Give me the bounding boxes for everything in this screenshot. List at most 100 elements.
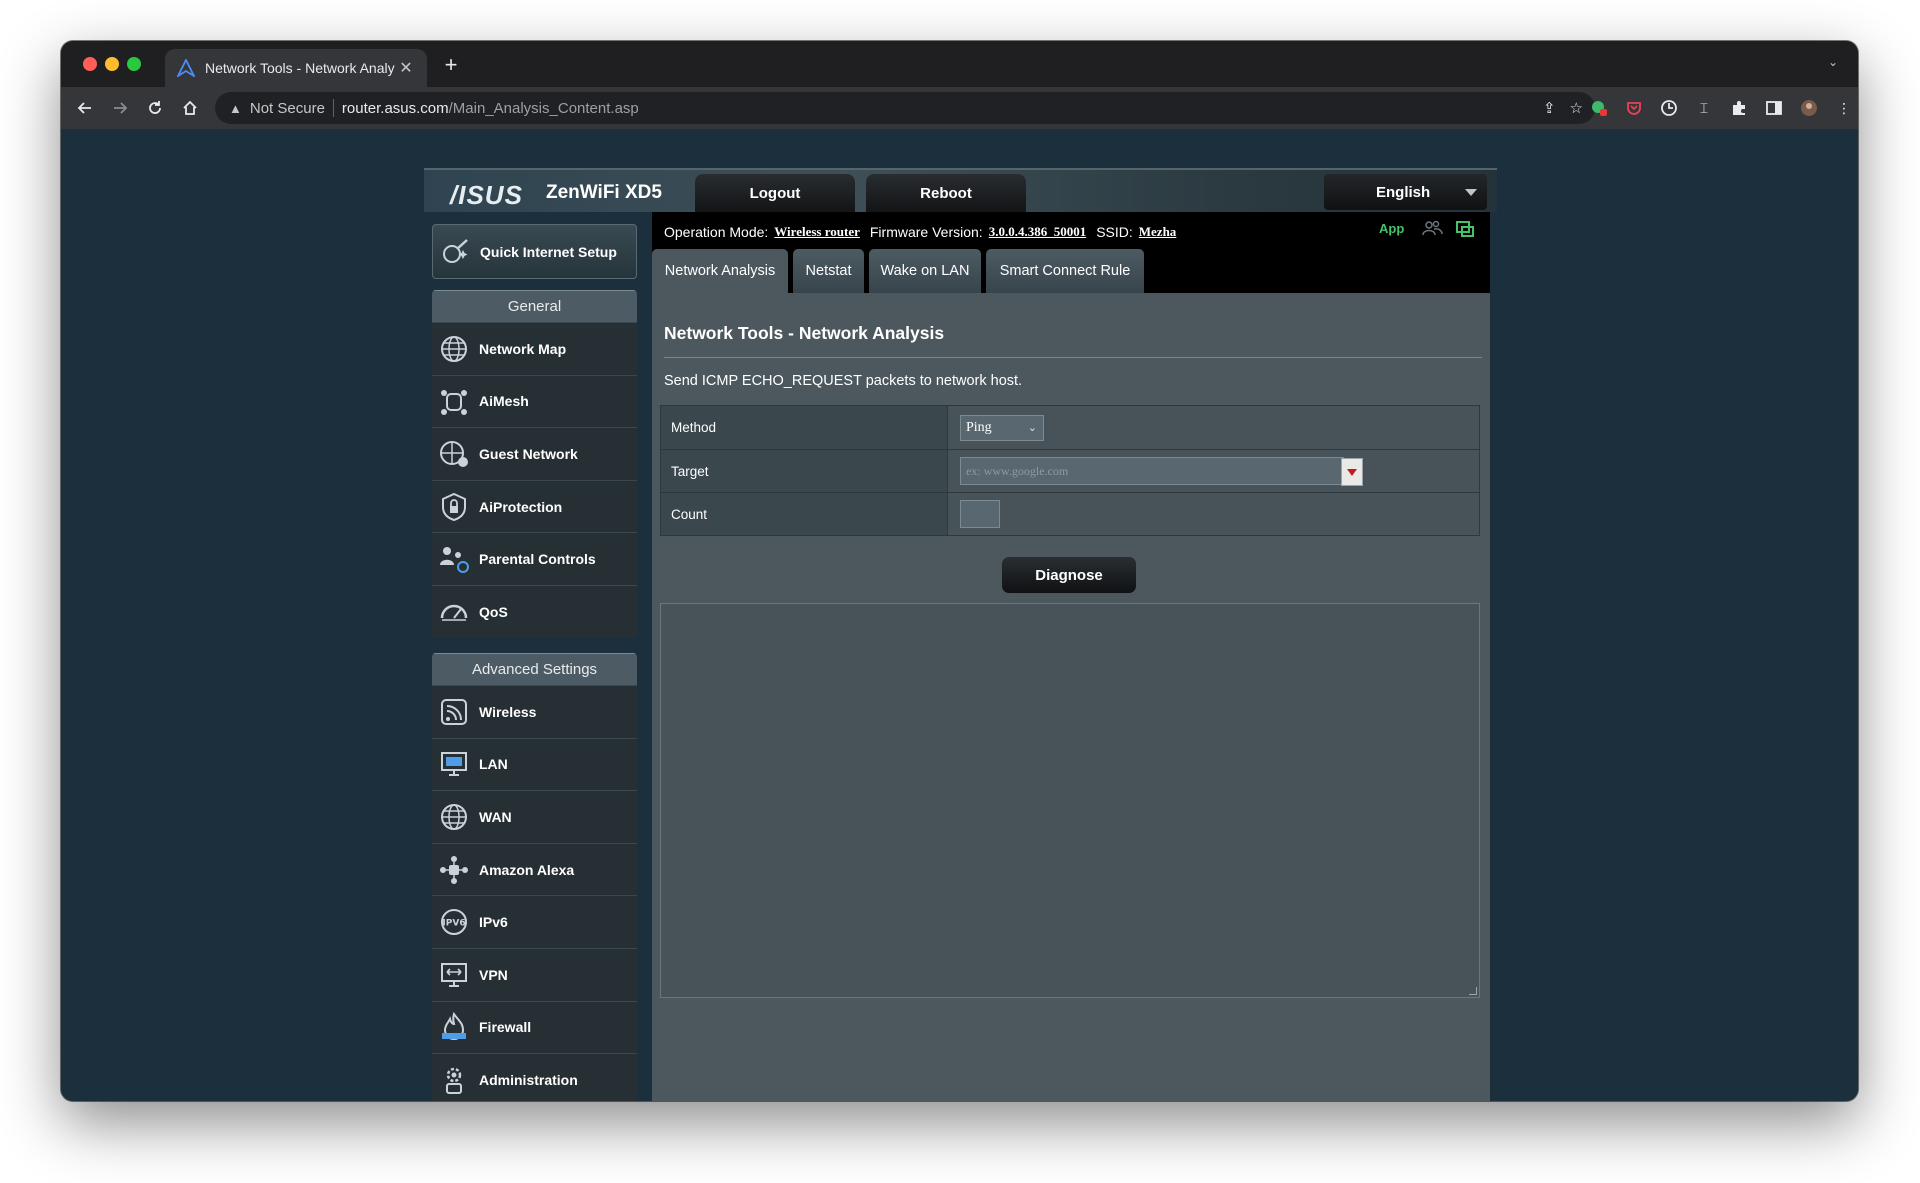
sidebar-item-label: Administration [479,1071,578,1088]
language-value: English [1376,183,1431,201]
sidebar-item-label: Firewall [479,1019,532,1036]
tab-netstat[interactable]: Netstat [793,249,864,293]
close-window-button[interactable] [83,57,97,71]
sidebar-item-amazon-alexa[interactable]: Amazon Alexa [432,842,637,896]
language-select[interactable]: English [1324,174,1487,210]
sidebar-item-label: QoS [479,603,508,620]
puzzle-extensions-icon[interactable] [1728,97,1750,119]
chevron-down-icon [1465,189,1477,196]
chevron-down-icon: ⌄ [1027,420,1037,434]
sidebar-item-label: WAN [479,808,512,825]
sidebar-item-guest-network[interactable]: Guest Network [432,427,637,480]
tab-network-analysis[interactable]: Network Analysis [652,249,788,293]
bookmark-star-icon[interactable]: ☆ [1570,99,1583,117]
form-row-method: Method Ping ⌄ [661,406,1479,449]
address-bar[interactable]: ▲ Not Secure router.asus.com /Main_Analy… [215,92,1595,124]
globe-network-icon [441,335,467,362]
sidebar-item-wan[interactable]: WAN [432,790,637,843]
mesh-router-icon [441,390,467,416]
new-tab-button[interactable]: + [439,53,463,77]
count-label: Count [661,493,948,535]
guest-globe-icon [440,440,468,467]
sidebar-item-aimesh[interactable]: AiMesh [432,374,637,428]
sidebar-item-label: LAN [479,756,508,773]
form-row-target: Target ex: www.google.com [661,449,1479,492]
reload-icon [149,101,161,114]
browser-window: Network Tools - Network Analy ✕ + ⌄ ▲ No… [61,41,1858,1101]
home-button[interactable] [178,96,202,120]
sidebar-item-administration[interactable]: Administration [432,1053,637,1101]
arrow-left-icon [77,102,91,114]
address-divider [332,99,334,117]
tab-close-icon[interactable]: ✕ [397,58,415,78]
logout-button[interactable]: Logout [695,174,855,212]
tab-smart-connect-rule[interactable]: Smart Connect Rule [986,249,1144,293]
sidebar-item-wireless[interactable]: Wireless [432,685,637,738]
target-dropdown-button[interactable] [1341,458,1363,486]
tab-search-icon[interactable]: ⌄ [1824,55,1842,73]
diagnostic-output-textarea[interactable] [660,603,1480,998]
minimize-window-button[interactable] [105,57,119,71]
asus-favicon-icon [177,59,195,77]
quick-internet-setup-button[interactable]: Quick Internet Setup [432,224,637,279]
clients-icon[interactable] [1421,218,1443,240]
sidebar-item-network-map[interactable]: Network Map [432,322,637,375]
browser-tab-active[interactable]: Network Tools - Network Analy ✕ [165,49,427,87]
firewall-flame-icon [442,1012,466,1041]
diagnose-button[interactable]: Diagnose [1002,557,1136,593]
sidebar-item-label: AiProtection [479,498,563,515]
count-input[interactable] [960,500,1000,528]
extension-green-icon[interactable] [1588,97,1610,119]
target-placeholder: ex: www.google.com [966,463,1069,478]
back-button[interactable] [73,96,97,120]
sidebar-item-label: AiMesh [479,393,529,410]
reload-button[interactable] [143,96,167,120]
browser-toolbar: ▲ Not Secure router.asus.com /Main_Analy… [61,87,1858,129]
ipv6-globe-icon: IPV6 [441,909,467,936]
sidebar-menu: Quick Internet Setup General Network Map… [432,224,637,1101]
usb-device-icon[interactable] [1454,218,1476,240]
sidebar-item-label: Wireless [479,703,537,720]
sidebar-item-label: Amazon Alexa [479,861,575,878]
maximize-window-button[interactable] [127,57,141,71]
ssid-link[interactable]: Mezha [1139,224,1177,240]
form-row-count: Count [661,492,1479,535]
sidebar-item-vpn[interactable]: VPN [432,947,637,1001]
address-bar-actions: ⇪ ☆ [1543,99,1583,117]
target-input[interactable]: ex: www.google.com [960,457,1363,486]
sidebar-item-lan[interactable]: LAN [432,737,637,791]
family-icon [440,547,469,574]
sidebar-item-parental-controls[interactable]: Parental Controls [432,532,637,585]
wand-setup-icon [443,238,468,263]
sidebar-item-ipv6[interactable]: IPV6 IPv6 [432,895,637,948]
pocket-icon[interactable] [1623,97,1645,119]
tab-wake-on-lan[interactable]: Wake on LAN [869,249,981,293]
sidebar-item-qos[interactable]: QoS [432,584,637,638]
resize-grip-icon[interactable] [1469,987,1477,995]
method-label: Method [661,406,948,449]
profile-avatar[interactable] [1798,97,1820,119]
page-viewport: /ISUS ZenWiFi XD5 Logout Reboot English … [61,129,1858,1101]
reboot-button[interactable]: Reboot [866,174,1026,212]
vpn-extension-icon[interactable] [1658,97,1680,119]
sidebar-item-label: VPN [479,966,508,983]
title-divider [664,357,1482,358]
browser-menu-icon[interactable]: ⋮ [1833,97,1855,119]
count-cell [948,493,1479,535]
asus-logo: /ISUS [450,180,523,210]
sidebar-item-firewall[interactable]: Firewall [432,1000,637,1054]
side-panel-icon[interactable] [1763,97,1785,119]
sidebar-item-label: Network Map [479,340,567,357]
wan-globe-icon [441,803,467,830]
url-host: router.asus.com [341,99,449,117]
operation-mode-link[interactable]: Wireless router [774,224,860,240]
forward-button[interactable] [108,96,132,120]
app-link[interactable]: App [1379,221,1404,236]
method-select[interactable]: Ping ⌄ [960,414,1044,441]
translate-icon[interactable]: ⌶ [1693,97,1715,119]
firmware-link[interactable]: 3.0.0.4.386_50001 [989,224,1087,240]
advanced-menu-group: Advanced Settings Wireless LAN WAN Amazo… [432,653,637,1101]
sidebar-item-aiprotection[interactable]: AiProtection [432,479,637,533]
speedometer-icon [440,604,468,621]
share-icon[interactable]: ⇪ [1543,99,1556,117]
